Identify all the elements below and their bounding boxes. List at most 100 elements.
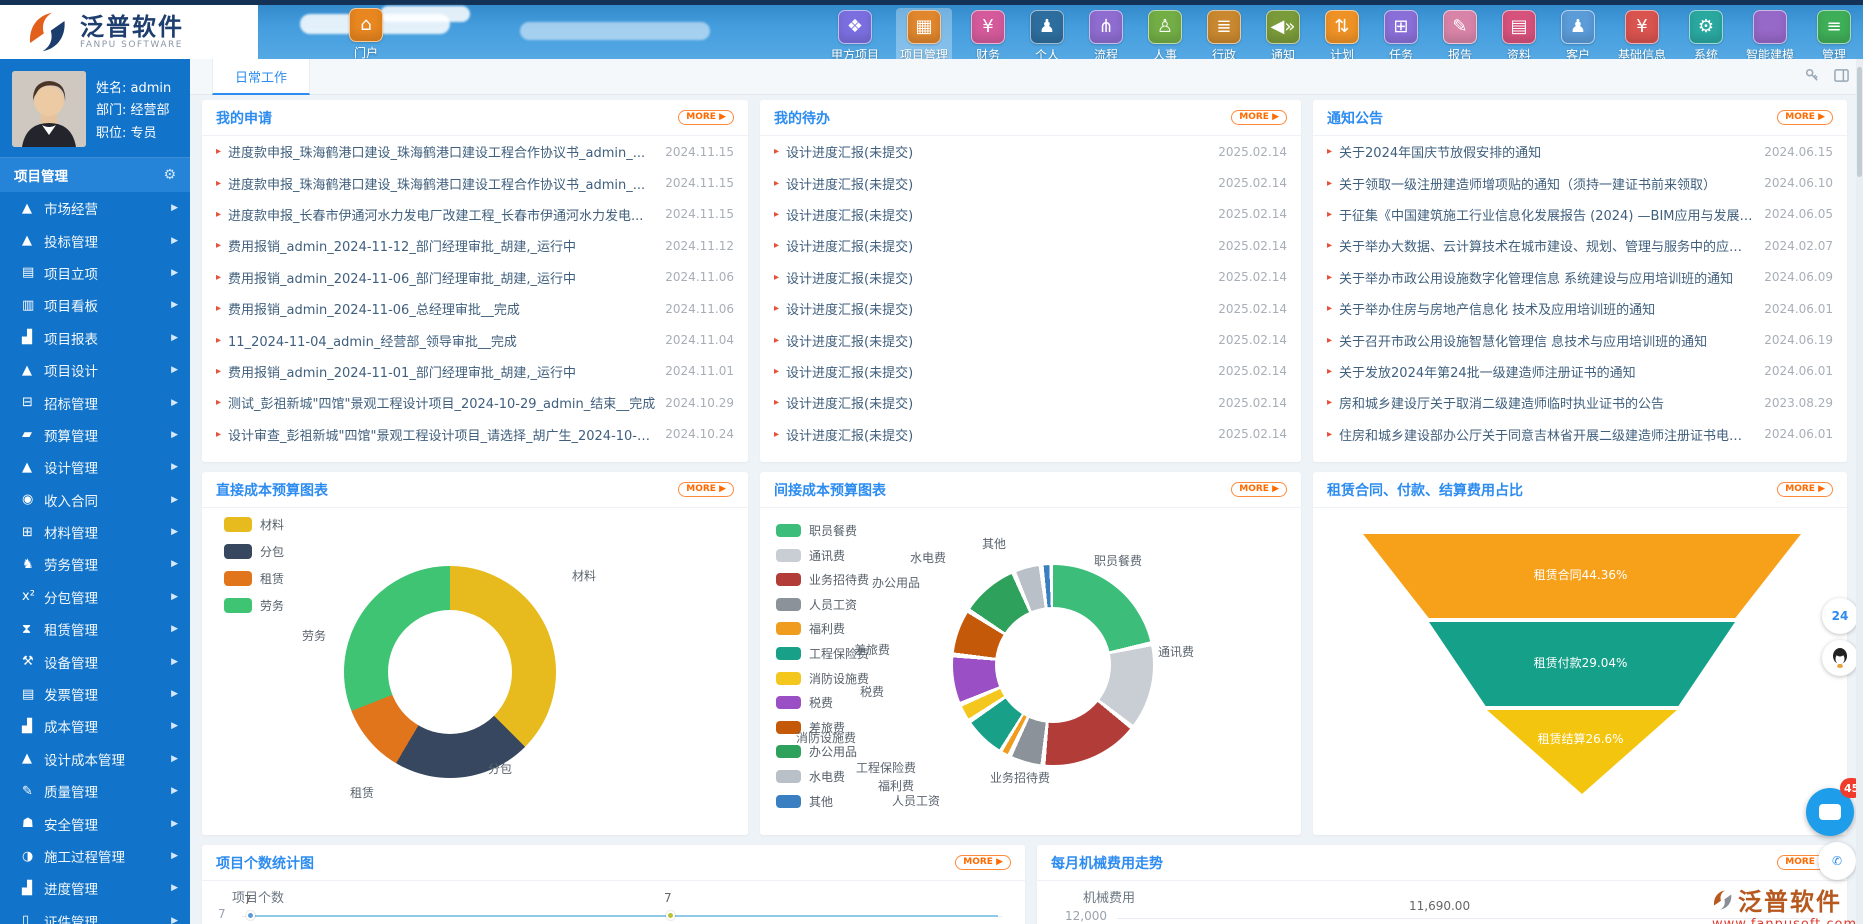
legend-item[interactable]: 职员餐费 <box>776 522 857 539</box>
legend-item[interactable]: 材料 <box>224 516 284 533</box>
phone-contact-button[interactable]: ✆ <box>1818 842 1856 880</box>
todo-row[interactable]: ▸设计进度汇报(未提交)2025.02.14 <box>760 419 1301 450</box>
notice-row[interactable]: ▸关于发放2024年第24批一级建造师注册证书的通知2024.06.01 <box>1313 356 1847 387</box>
sidebar-item-0[interactable]: ▲ 市场经营 ▶ <box>0 192 190 224</box>
request-row[interactable]: ▸进度款申报_珠海鹤港口建设_珠海鹤港口建设工程合作协议书_admin_...2… <box>202 167 748 198</box>
request-row[interactable]: ▸设计审查_彭祖新城"四馆"景观工程设计项目_请选择_胡广生_2024-10-2… <box>202 419 748 450</box>
notice-row[interactable]: ▸关于举办住房与房地产信息化 技术及应用培训班的通知2024.06.01 <box>1313 293 1847 324</box>
funnel-segment[interactable] <box>1487 710 1677 794</box>
legend-item[interactable]: 分包 <box>224 543 284 560</box>
sidebar-item-16[interactable]: ▟ 成本管理 ▶ <box>0 710 190 742</box>
nav-item-14[interactable]: ⚙ 系统 <box>1683 8 1729 66</box>
todo-row[interactable]: ▸设计进度汇报(未提交)2025.02.14 <box>760 136 1301 167</box>
nav-item-3[interactable]: ♟ 个人 <box>1024 8 1070 66</box>
sidebar-item-13[interactable]: ⧗ 租赁管理 ▶ <box>0 613 190 645</box>
more-button[interactable]: MORE ▶ <box>1231 482 1287 497</box>
nav-item-7[interactable]: ◀» 通知 <box>1260 8 1306 66</box>
service-24h-button[interactable]: 24 <box>1822 598 1858 634</box>
scrollbar[interactable] <box>1856 59 1863 924</box>
sidebar-item-6[interactable]: ⊟ 招标管理 ▶ <box>0 386 190 418</box>
sidebar-item-5[interactable]: ▲ 项目设计 ▶ <box>0 354 190 386</box>
nav-item-6[interactable]: ≣ 行政 <box>1201 8 1247 66</box>
sidebar-item-18[interactable]: ✎ 质量管理 ▶ <box>0 775 190 807</box>
todo-row[interactable]: ▸设计进度汇报(未提交)2025.02.14 <box>760 167 1301 198</box>
request-row[interactable]: ▸费用报销_admin_2024-11-01_部门经理审批_胡建,_运行中202… <box>202 356 748 387</box>
legend-item[interactable]: 税费 <box>776 694 833 711</box>
sidebar-item-19[interactable]: ☗ 安全管理 ▶ <box>0 807 190 839</box>
request-row[interactable]: ▸11_2024-11-04_admin_经营部_领导审批__完成2024.11… <box>202 324 748 355</box>
sidebar-item-4[interactable]: ▟ 项目报表 ▶ <box>0 322 190 354</box>
nav-item-2[interactable]: ¥ 财务 <box>965 8 1011 66</box>
more-button[interactable]: MORE ▶ <box>678 110 734 125</box>
nav-item-15[interactable]: 智能建模 <box>1742 8 1798 66</box>
sidebar-item-14[interactable]: ⚒ 设备管理 ▶ <box>0 645 190 677</box>
request-row[interactable]: ▸费用报销_admin_2024-11-06_部门经理审批_胡建,_运行中202… <box>202 262 748 293</box>
todo-row[interactable]: ▸设计进度汇报(未提交)2025.02.14 <box>760 230 1301 261</box>
sidebar-item-11[interactable]: ♞ 劳务管理 ▶ <box>0 548 190 580</box>
nav-item-8[interactable]: ⇅ 计划 <box>1319 8 1365 66</box>
more-button[interactable]: MORE ▶ <box>955 855 1011 870</box>
sidebar-item-1[interactable]: ▲ 投标管理 ▶ <box>0 224 190 256</box>
more-button[interactable]: MORE ▶ <box>678 482 734 497</box>
notice-row[interactable]: ▸于征集《中国建筑施工行业信息化发展报告 (2024) —BIM应用与发展》材料… <box>1313 199 1847 230</box>
sidebar-item-20[interactable]: ◑ 施工过程管理 ▶ <box>0 840 190 872</box>
sidebar-item-12[interactable]: x² 分包管理 ▶ <box>0 581 190 613</box>
sidebar-item-8[interactable]: ▲ 设计管理 ▶ <box>0 451 190 483</box>
request-row[interactable]: ▸进度款申报_长春市伊通河水力发电厂改建工程_长春市伊通河水力发电...2024… <box>202 199 748 230</box>
sidebar-item-10[interactable]: ⊞ 材料管理 ▶ <box>0 516 190 548</box>
notice-row[interactable]: ▸关于举办大数据、云计算技术在城市建设、规划、管理与服务中的应用培训班...20… <box>1313 230 1847 261</box>
todo-row[interactable]: ▸设计进度汇报(未提交)2025.02.14 <box>760 387 1301 418</box>
gear-icon[interactable]: ⚙ <box>163 167 176 183</box>
legend-item[interactable]: 其他 <box>776 793 833 810</box>
more-button[interactable]: MORE ▶ <box>1231 110 1287 125</box>
nav-item-portal[interactable]: ⌂ 门户 <box>340 8 392 61</box>
nav-item-4[interactable]: ⋔ 流程 <box>1083 8 1129 66</box>
sidebar-item-7[interactable]: ▰ 预算管理 ▶ <box>0 419 190 451</box>
more-button[interactable]: MORE ▶ <box>1777 482 1833 497</box>
legend-item[interactable]: 业务招待费 <box>776 571 869 588</box>
nav-item-9[interactable]: ⊞ 任务 <box>1378 8 1424 66</box>
legend-item[interactable]: 福利费 <box>776 620 845 637</box>
nav-item-11[interactable]: ▤ 资料 <box>1496 8 1542 66</box>
legend-item[interactable]: 人员工资 <box>776 596 857 613</box>
sidebar-item-3[interactable]: ▥ 项目看板 ▶ <box>0 289 190 321</box>
sidebar-item-9[interactable]: ◉ 收入合同 ▶ <box>0 484 190 516</box>
nav-item-10[interactable]: ✎ 报告 <box>1437 8 1483 66</box>
todo-row[interactable]: ▸设计进度汇报(未提交)2025.02.14 <box>760 199 1301 230</box>
nav-item-16[interactable]: ≡ 管理 <box>1811 8 1857 66</box>
notice-row[interactable]: ▸关于举办市政公用设施数字化管理信息 系统建设与应用培训班的通知2024.06.… <box>1313 262 1847 293</box>
notice-row[interactable]: ▸关于召开市政公用设施智慧化管理信 息技术与应用培训班的通知2024.06.19 <box>1313 324 1847 355</box>
notice-row[interactable]: ▸房和城乡建设厅关于取消二级建造师临时执业证书的公告2023.08.29 <box>1313 387 1847 418</box>
legend-item[interactable]: 劳务 <box>224 597 284 614</box>
nav-item-12[interactable]: ♟ 客户 <box>1555 8 1601 66</box>
notice-row[interactable]: ▸住房和城乡建设部办公厅关于同意吉林省开展二级建造师注册证书电子化试点...20… <box>1313 419 1847 450</box>
todo-row[interactable]: ▸设计进度汇报(未提交)2025.02.14 <box>760 324 1301 355</box>
nav-item-13[interactable]: ¥ 基础信息 <box>1614 8 1670 66</box>
todo-row[interactable]: ▸设计进度汇报(未提交)2025.02.14 <box>760 262 1301 293</box>
sidebar-section-project-management[interactable]: 项目管理 ⚙ <box>0 158 190 192</box>
key-icon[interactable] <box>1805 68 1820 87</box>
sidebar-item-17[interactable]: ▲ 设计成本管理 ▶ <box>0 743 190 775</box>
sidebar-item-15[interactable]: ▤ 发票管理 ▶ <box>0 678 190 710</box>
request-row[interactable]: ▸进度款申报_珠海鹤港口建设_珠海鹤港口建设工程合作协议书_admin_...2… <box>202 136 748 167</box>
legend-item[interactable]: 水电费 <box>776 768 845 785</box>
data-point[interactable] <box>246 911 255 920</box>
notice-row[interactable]: ▸关于领取一级注册建造师增项贴的通知（须持一建证书前来领取）2024.06.10 <box>1313 167 1847 198</box>
notice-row[interactable]: ▸关于2024年国庆节放假安排的通知2024.06.15 <box>1313 136 1847 167</box>
nav-item-5[interactable]: ♙ 人事 <box>1142 8 1188 66</box>
nav-item-0[interactable]: ❖ 甲方项目 <box>827 8 883 66</box>
sidebar-item-22[interactable]: ▯ 证件管理 ▶ <box>0 905 190 924</box>
nav-item-1[interactable]: ▦ 项目管理 <box>896 8 952 66</box>
sidebar-item-21[interactable]: ▟ 进度管理 ▶ <box>0 872 190 904</box>
request-row[interactable]: ▸费用报销_admin_2024-11-12_部门经理审批_胡建,_运行中202… <box>202 230 748 261</box>
request-row[interactable]: ▸测试_彭祖新城"四馆"景观工程设计项目_2024-10-29_admin_结束… <box>202 387 748 418</box>
legend-item[interactable]: 租赁 <box>224 570 284 587</box>
avatar[interactable] <box>12 71 86 147</box>
more-button[interactable]: MORE ▶ <box>1777 110 1833 125</box>
legend-item[interactable]: 消防设施费 <box>776 670 869 687</box>
todo-row[interactable]: ▸设计进度汇报(未提交)2025.02.14 <box>760 356 1301 387</box>
todo-row[interactable]: ▸设计进度汇报(未提交)2025.02.14 <box>760 293 1301 324</box>
request-row[interactable]: ▸费用报销_admin_2024-11-06_总经理审批__完成2024.11.… <box>202 293 748 324</box>
qq-contact-button[interactable] <box>1822 640 1858 676</box>
panel-icon[interactable] <box>1834 68 1849 87</box>
